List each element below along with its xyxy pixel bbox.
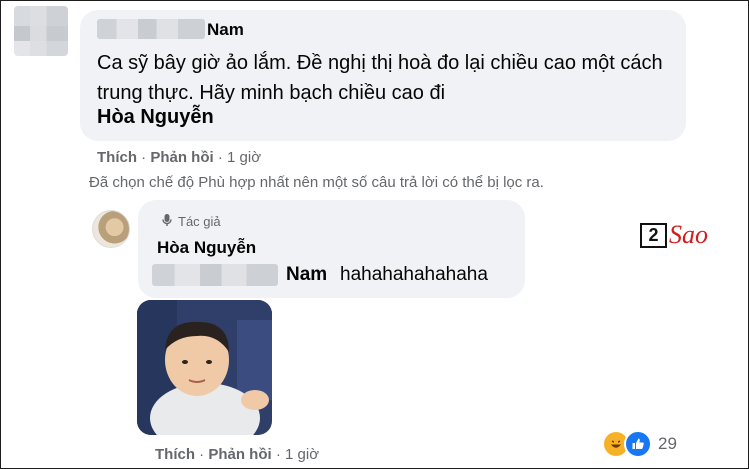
microphone-icon — [160, 213, 174, 230]
comment-time[interactable]: 1 giờ — [227, 149, 261, 166]
top-comment-author[interactable]: Nam — [207, 20, 244, 40]
reply-mention[interactable]: Nam — [286, 264, 327, 286]
top-comment-actions: Thích · Phản hồi · 1 giờ — [97, 149, 261, 166]
author-badge-label: Tác giả — [178, 214, 221, 229]
blurred-name — [97, 19, 205, 39]
logo-text: Sao — [669, 220, 708, 249]
reaction-count: 29 — [658, 434, 677, 453]
top-comment-text: Ca sỹ bây giờ ảo lắm. Đề nghị thị hoà đo… — [97, 52, 663, 104]
top-comment-avatar[interactable] — [14, 6, 68, 56]
reaction-summary[interactable]: 29 — [602, 430, 677, 458]
separator: · — [275, 446, 281, 463]
reply-author[interactable]: Hòa Nguyễn — [157, 238, 256, 258]
like-link[interactable]: Thích — [97, 149, 137, 166]
separator: · — [141, 149, 147, 166]
reply-link[interactable]: Phản hồi — [150, 149, 213, 166]
reply-time[interactable]: 1 giờ — [285, 446, 319, 463]
reply-link[interactable]: Phản hồi — [208, 446, 271, 463]
logo-box: 2 — [640, 222, 667, 248]
author-badge: Tác giả — [160, 213, 221, 230]
reply-avatar[interactable] — [92, 210, 130, 248]
top-comment-mention[interactable]: Hòa Nguyễn — [97, 104, 214, 130]
filter-note: Đã chọn chế độ Phù hợp nhất nên một số c… — [89, 174, 544, 191]
blurred-name — [152, 264, 278, 286]
reply-actions: Thích · Phản hồi · 1 giờ — [155, 446, 319, 463]
reply-text: hahahahahahaha — [340, 264, 488, 285]
reply-photo[interactable] — [137, 300, 272, 435]
like-icon — [624, 430, 652, 458]
separator: · — [217, 149, 223, 166]
separator: · — [199, 446, 205, 463]
like-link[interactable]: Thích — [155, 446, 195, 463]
watermark-logo: 2 Sao — [640, 222, 708, 248]
